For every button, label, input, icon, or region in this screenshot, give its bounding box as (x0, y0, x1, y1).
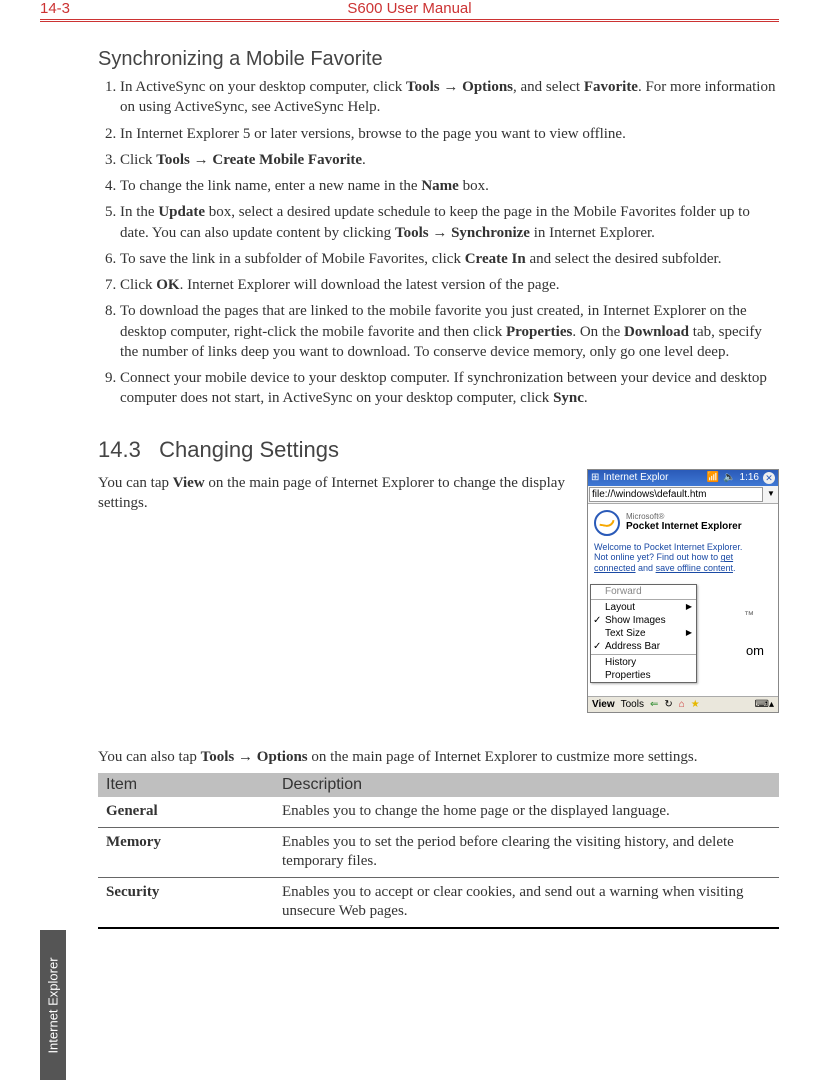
submenu-arrow-icon: ▶ (686, 629, 692, 638)
view-menu: Forward Layout▶ Show Images Text Size▶ A… (590, 584, 697, 683)
back-icon[interactable]: ⇐ (650, 699, 658, 710)
step-3: Click Tools → Create Mobile Favorite. (120, 150, 779, 170)
table-row: Security Enables you to accept or clear … (98, 877, 779, 928)
footer-tools[interactable]: Tools (621, 699, 644, 710)
menu-properties[interactable]: Properties (591, 669, 696, 682)
row-item: General (98, 797, 274, 827)
device-screenshot: ⊞ Internet Explor 📶 🔈 1:16 ✕ ▼ Microsoft (587, 469, 779, 713)
section-title-sync: Synchronizing a Mobile Favorite (98, 48, 779, 71)
header-divider (40, 19, 779, 22)
address-input[interactable] (589, 487, 763, 502)
behind-tm: ™ (744, 610, 754, 621)
section-heading-14-3: 14.3 Changing Settings (98, 437, 779, 463)
step-5: In the Update box, select a desired upda… (120, 202, 779, 243)
menu-history[interactable]: History (591, 656, 696, 669)
tools-options-para: You can also tap Tools → Options on the … (98, 747, 779, 767)
windows-flag-icon: ⊞ (591, 472, 599, 483)
row-desc: Enables you to accept or clear cookies, … (274, 877, 779, 928)
step-7: Click OK. Internet Explorer will downloa… (120, 275, 779, 295)
footer-view[interactable]: View (592, 699, 615, 710)
close-icon[interactable]: ✕ (763, 472, 775, 484)
device-title-text: Internet Explor (603, 472, 702, 483)
signal-icon: 📶 (707, 472, 719, 483)
favorites-icon[interactable]: ★ (691, 699, 700, 710)
home-icon[interactable]: ⌂ (679, 699, 685, 710)
col-item-header: Item (98, 773, 274, 797)
device-footer: View Tools ⇐ ↻ ⌂ ★ ⌨▴ (588, 696, 778, 712)
sync-steps-list: In ActiveSync on your desktop computer, … (98, 77, 779, 409)
pie-label: Pocket Internet Explorer (626, 521, 742, 532)
submenu-arrow-icon: ▶ (686, 603, 692, 612)
step-9: Connect your mobile device to your deskt… (120, 368, 779, 409)
step-1: In ActiveSync on your desktop computer, … (120, 77, 779, 118)
side-tab: Internet Explorer (40, 930, 66, 1080)
step-8: To download the pages that are linked to… (120, 301, 779, 362)
ie-logo-icon (594, 510, 620, 536)
table-row: Memory Enables you to set the period bef… (98, 827, 779, 877)
row-desc: Enables you to change the home page or t… (274, 797, 779, 827)
menu-show-images[interactable]: Show Images (591, 614, 696, 627)
menu-text-size[interactable]: Text Size▶ (591, 627, 696, 640)
menu-layout[interactable]: Layout▶ (591, 601, 696, 614)
menu-address-bar[interactable]: Address Bar (591, 640, 696, 653)
behind-om: om (746, 644, 764, 658)
welcome-text: Welcome to Pocket Internet Explorer. Not… (594, 542, 772, 574)
options-table: Item Description General Enables you to … (98, 773, 779, 929)
row-item: Security (98, 877, 274, 928)
table-row: General Enables you to change the home p… (98, 797, 779, 827)
menu-forward[interactable]: Forward (591, 585, 696, 598)
microsoft-label: Microsoft® (626, 513, 742, 522)
manual-title: S600 User Manual (40, 0, 779, 17)
side-tab-label: Internet Explorer (46, 957, 61, 1053)
row-desc: Enables you to set the period before cle… (274, 827, 779, 877)
save-offline-link[interactable]: save offline content (656, 563, 733, 573)
refresh-icon[interactable]: ↻ (664, 699, 672, 710)
device-clock: 1:16 (740, 472, 759, 483)
address-dropdown-icon[interactable]: ▼ (764, 486, 778, 503)
keyboard-icon[interactable]: ⌨▴ (755, 699, 774, 710)
changing-settings-intro: You can tap View on the main page of Int… (98, 473, 569, 514)
row-item: Memory (98, 827, 274, 877)
step-6: To save the link in a subfolder of Mobil… (120, 249, 779, 269)
speaker-icon: 🔈 (723, 472, 735, 483)
device-titlebar: ⊞ Internet Explor 📶 🔈 1:16 ✕ (588, 470, 778, 486)
step-4: To change the link name, enter a new nam… (120, 176, 779, 196)
step-2: In Internet Explorer 5 or later versions… (120, 124, 779, 144)
col-desc-header: Description (274, 773, 779, 797)
